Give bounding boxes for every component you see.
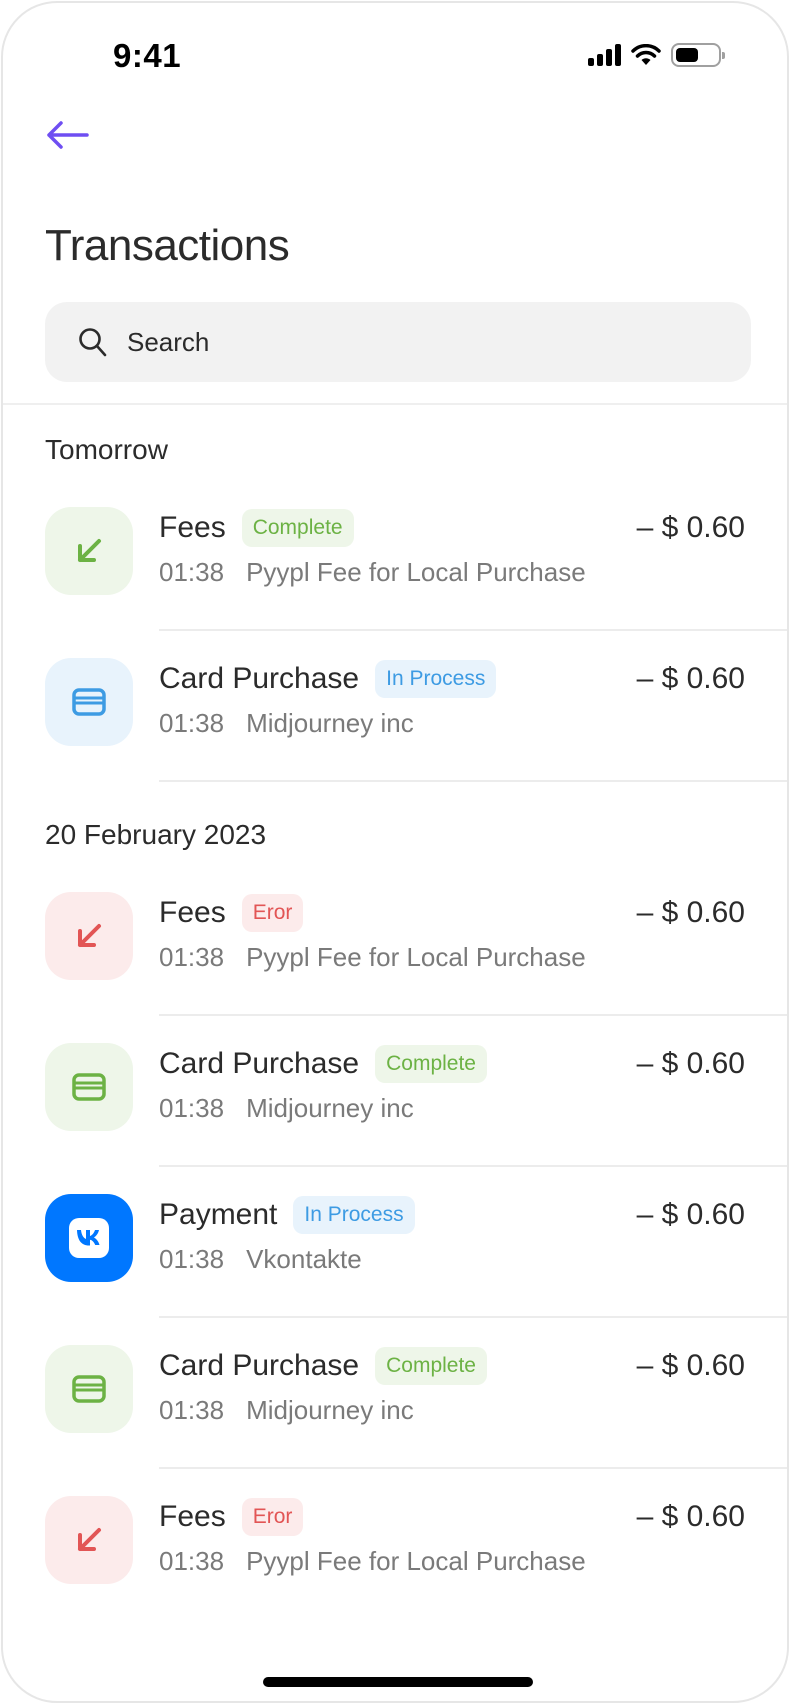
transaction-title: Payment bbox=[159, 1198, 278, 1231]
status-badge: In Process bbox=[293, 1196, 415, 1234]
transaction-description: Vkontakte bbox=[246, 1244, 362, 1274]
transaction-description: Midjourney inc bbox=[246, 1395, 414, 1425]
row-divider bbox=[159, 1014, 787, 1016]
status-badge: Complete bbox=[241, 509, 354, 547]
transaction-row[interactable]: Fees Eror 01:38 Pyypl Fee for Local Purch… bbox=[3, 1496, 787, 1647]
transaction-title: Card Purchase bbox=[159, 1047, 360, 1080]
search-bar[interactable] bbox=[45, 302, 751, 382]
transaction-time: 01:38 bbox=[159, 942, 225, 972]
transaction-icon-tile bbox=[45, 658, 133, 746]
transaction-time: 01:38 bbox=[159, 1546, 225, 1576]
transaction-amount: – $ 0.60 bbox=[636, 896, 745, 929]
transaction-icon-tile bbox=[45, 1496, 133, 1584]
arrow-left-icon bbox=[47, 121, 89, 149]
transaction-description: Pyypl Fee for Local Purchase bbox=[246, 942, 586, 972]
transaction-subtitle: 01:38 Pyypl Fee for Local Purchase bbox=[159, 557, 586, 588]
status-time: 9:41 bbox=[113, 37, 182, 74]
transaction-row[interactable]: Card Purchase Complete 01:38 Midjourney i… bbox=[3, 1345, 787, 1496]
transaction-subtitle: 01:38 Pyypl Fee for Local Purchase bbox=[159, 942, 586, 973]
transaction-amount: – $ 0.60 bbox=[636, 1349, 745, 1382]
transaction-row[interactable]: Fees Eror 01:38 Pyypl Fee for Local Purch… bbox=[3, 892, 787, 1043]
transaction-time: 01:38 bbox=[159, 1244, 225, 1274]
vk-logo-icon bbox=[69, 1218, 109, 1258]
transaction-icon-tile bbox=[45, 1345, 133, 1433]
transaction-row[interactable]: Payment In Process 01:38 Vkontakte – $ 0.… bbox=[3, 1194, 787, 1345]
cellular-signal-icon bbox=[588, 44, 621, 66]
wifi-icon bbox=[631, 44, 661, 65]
home-indicator[interactable] bbox=[263, 1677, 533, 1687]
transaction-subtitle: 01:38 Pyypl Fee for Local Purchase bbox=[159, 1546, 586, 1577]
arrow-down-left-icon bbox=[78, 924, 101, 947]
arrow-down-left-icon bbox=[78, 539, 101, 562]
transaction-title: Fees bbox=[159, 511, 226, 544]
transaction-icon-tile bbox=[45, 1043, 133, 1131]
transaction-subtitle: 01:38 Midjourney inc bbox=[159, 708, 414, 739]
transaction-title: Card Purchase bbox=[159, 1349, 360, 1382]
transaction-description: Midjourney inc bbox=[246, 708, 414, 738]
transaction-icon-tile bbox=[45, 507, 133, 595]
row-divider bbox=[159, 1316, 787, 1318]
transaction-amount: – $ 0.60 bbox=[636, 511, 745, 544]
status-badge: In Process bbox=[375, 660, 497, 698]
transaction-description: Midjourney inc bbox=[246, 1093, 414, 1123]
credit-card-icon bbox=[72, 1073, 106, 1101]
transaction-row[interactable]: Card Purchase In Process 01:38 Midjourney… bbox=[3, 658, 787, 809]
status-bar: 9:41 bbox=[3, 3, 787, 103]
status-icons bbox=[588, 43, 725, 67]
transaction-title: Fees bbox=[159, 896, 226, 929]
transaction-icon-tile bbox=[45, 892, 133, 980]
battery-icon bbox=[671, 43, 725, 67]
status-badge: Complete bbox=[375, 1347, 487, 1385]
back-button[interactable] bbox=[45, 120, 89, 150]
transaction-time: 01:38 bbox=[159, 708, 225, 738]
transaction-time: 01:38 bbox=[159, 1395, 225, 1425]
transaction-amount: – $ 0.60 bbox=[636, 1047, 745, 1080]
search-icon bbox=[79, 328, 107, 357]
credit-card-icon bbox=[72, 688, 106, 716]
transaction-subtitle: 01:38 Vkontakte bbox=[159, 1244, 362, 1275]
row-divider bbox=[159, 629, 787, 631]
transaction-subtitle: 01:38 Midjourney inc bbox=[159, 1093, 414, 1124]
transaction-description: Pyypl Fee for Local Purchase bbox=[246, 557, 586, 587]
section-label-date: 20 February 2023 bbox=[45, 819, 267, 850]
credit-card-icon bbox=[72, 1375, 106, 1403]
status-badge: Eror bbox=[241, 1498, 304, 1536]
status-badge: Eror bbox=[241, 894, 304, 932]
transaction-title: Fees bbox=[159, 1500, 226, 1533]
row-divider bbox=[159, 1165, 787, 1167]
transaction-row[interactable]: Card Purchase Complete 01:38 Midjourney i… bbox=[3, 1043, 787, 1194]
transaction-time: 01:38 bbox=[159, 1093, 225, 1123]
transaction-time: 01:38 bbox=[159, 557, 225, 587]
transaction-amount: – $ 0.60 bbox=[636, 662, 745, 695]
row-divider bbox=[159, 1467, 787, 1469]
transaction-title: Card Purchase bbox=[159, 662, 360, 695]
row-divider bbox=[159, 780, 787, 782]
status-badge: Complete bbox=[375, 1045, 487, 1083]
transaction-row[interactable]: Fees Complete 01:38 Pyypl Fee for Local P… bbox=[3, 507, 787, 658]
section-label-tomorrow: Tomorrow bbox=[45, 434, 168, 465]
phone-screen: 9:41 Transactions Tomorrow bbox=[1, 1, 789, 1703]
transaction-icon-tile bbox=[45, 1194, 133, 1282]
transaction-amount: – $ 0.60 bbox=[636, 1500, 745, 1533]
header-divider bbox=[3, 403, 787, 405]
search-input[interactable] bbox=[127, 326, 727, 358]
arrow-down-left-icon bbox=[78, 1528, 101, 1551]
transaction-amount: – $ 0.60 bbox=[636, 1198, 745, 1231]
transaction-subtitle: 01:38 Midjourney inc bbox=[159, 1395, 414, 1426]
transaction-description: Pyypl Fee for Local Purchase bbox=[246, 1546, 586, 1576]
page-title: Transactions bbox=[45, 221, 290, 270]
